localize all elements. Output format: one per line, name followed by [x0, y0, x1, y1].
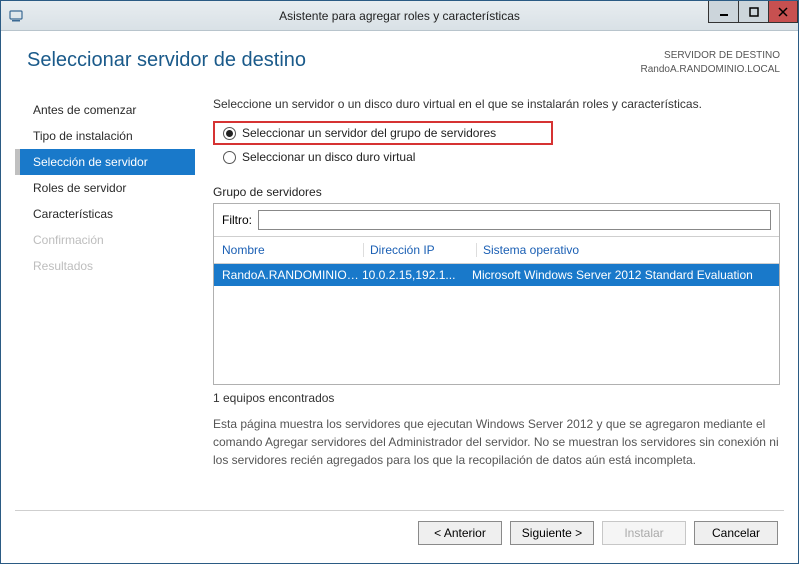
button-bar: < Anterior Siguiente > Instalar Cancelar [15, 510, 784, 553]
window-controls [708, 1, 798, 23]
window-title: Asistente para agregar roles y caracterí… [1, 9, 798, 23]
filter-row: Filtro: [214, 204, 779, 236]
sidebar-item-server-roles[interactable]: Roles de servidor [15, 175, 195, 201]
server-pool-box: Filtro: Nombre Dirección IP Sistema oper… [213, 203, 780, 385]
radio-icon [223, 151, 236, 164]
sidebar-item-before-begin[interactable]: Antes de comenzar [15, 97, 195, 123]
cancel-button[interactable]: Cancelar [694, 521, 778, 545]
radio-vhd[interactable]: Seleccionar un disco duro virtual [223, 150, 770, 164]
minimize-button[interactable] [708, 1, 738, 23]
page-title: Seleccionar servidor de destino [27, 49, 306, 72]
body-row: Antes de comenzar Tipo de instalación Se… [15, 97, 784, 510]
server-pool-label: Grupo de servidores [213, 185, 780, 199]
cell-os: Microsoft Windows Server 2012 Standard E… [472, 268, 771, 282]
column-header-name[interactable]: Nombre [222, 243, 357, 257]
header-row: Seleccionar servidor de destino SERVIDOR… [15, 41, 784, 97]
next-button[interactable]: Siguiente > [510, 521, 594, 545]
column-header-os[interactable]: Sistema operativo [483, 243, 771, 257]
wizard-window: Asistente para agregar roles y caracterí… [0, 0, 799, 564]
column-header-ip[interactable]: Dirección IP [370, 243, 470, 257]
content-area: Seleccionar servidor de destino SERVIDOR… [1, 31, 798, 563]
radio-highlight-box: Seleccionar un servidor del grupo de ser… [213, 121, 553, 145]
sidebar-item-install-type[interactable]: Tipo de instalación [15, 123, 195, 149]
main-panel: Seleccione un servidor o un disco duro v… [195, 97, 784, 510]
sidebar-item-confirmation: Confirmación [15, 227, 195, 253]
previous-button[interactable]: < Anterior [418, 521, 502, 545]
sidebar-item-results: Resultados [15, 253, 195, 279]
table-body: RandoA.RANDOMINIO.L... 10.0.2.15,192.1..… [214, 264, 779, 384]
destination-value: RandoA.RANDOMINIO.LOCAL [641, 63, 781, 77]
filter-label: Filtro: [222, 213, 252, 227]
cell-ip: 10.0.2.15,192.1... [362, 268, 472, 282]
radio-label: Seleccionar un servidor del grupo de ser… [242, 126, 496, 140]
destination-block: SERVIDOR DE DESTINO RandoA.RANDOMINIO.LO… [641, 49, 781, 77]
sidebar-item-features[interactable]: Características [15, 201, 195, 227]
maximize-button[interactable] [738, 1, 768, 23]
sidebar-item-server-selection[interactable]: Selección de servidor [15, 149, 195, 175]
table-row[interactable]: RandoA.RANDOMINIO.L... 10.0.2.15,192.1..… [214, 264, 779, 286]
filter-input[interactable] [258, 210, 771, 230]
found-count: 1 equipos encontrados [213, 391, 780, 405]
close-button[interactable] [768, 1, 798, 23]
radio-server-pool[interactable]: Seleccionar un servidor del grupo de ser… [223, 126, 543, 140]
install-button: Instalar [602, 521, 686, 545]
app-icon [7, 7, 25, 25]
radio-icon [223, 127, 236, 140]
titlebar: Asistente para agregar roles y caracterí… [1, 1, 798, 31]
instruction-text: Seleccione un servidor o un disco duro v… [213, 97, 780, 111]
help-text: Esta página muestra los servidores que e… [213, 415, 780, 469]
radio-label: Seleccionar un disco duro virtual [242, 150, 415, 164]
table-header: Nombre Dirección IP Sistema operativo [214, 237, 779, 263]
sidebar: Antes de comenzar Tipo de instalación Se… [15, 97, 195, 510]
destination-label: SERVIDOR DE DESTINO [641, 49, 781, 63]
cell-name: RandoA.RANDOMINIO.L... [222, 268, 362, 282]
